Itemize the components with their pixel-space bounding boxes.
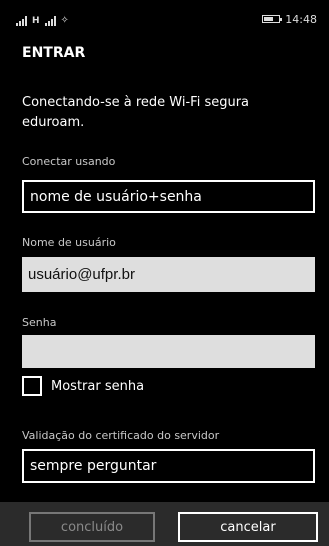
page-title: ENTRAR [22, 45, 86, 61]
status-bar: H ✧ 14:48 [0, 0, 329, 44]
signal-strength-icon-2 [44, 16, 56, 26]
battery-icon [262, 15, 283, 23]
username-value: usuário@ufpr.br [28, 266, 135, 283]
network-type-label: H [32, 16, 40, 26]
password-label: Senha [22, 316, 57, 329]
status-right: 14:48 [262, 12, 317, 26]
certificate-select[interactable]: sempre perguntar [22, 449, 315, 483]
cancel-button[interactable]: cancelar [178, 512, 318, 542]
username-label: Nome de usuário [22, 236, 116, 249]
connect-using-value: nome de usuário+senha [30, 188, 202, 205]
show-password-option[interactable]: Mostrar senha [22, 374, 144, 398]
connection-message: Conectando-se à rede Wi-Fi segura eduroa… [22, 95, 250, 130]
password-input[interactable] [22, 335, 315, 368]
show-password-checkbox[interactable] [22, 376, 42, 396]
clock: 14:48 [285, 12, 317, 26]
signal-strength-icon [16, 16, 27, 26]
done-button[interactable]: concluído [29, 512, 155, 542]
connect-using-select[interactable]: nome de usuário+senha [22, 180, 315, 213]
certificate-value: sempre perguntar [30, 458, 157, 474]
show-password-label: Mostrar senha [51, 378, 145, 394]
connect-using-label: Conectar usando [22, 155, 116, 168]
wifi-icon: ✧ [60, 15, 69, 26]
username-input[interactable]: usuário@ufpr.br [22, 257, 315, 292]
app-bar: concluído cancelar [0, 502, 329, 546]
certificate-label: Validação do certificado do servidor [22, 429, 220, 442]
status-left: H ✧ [16, 14, 69, 26]
